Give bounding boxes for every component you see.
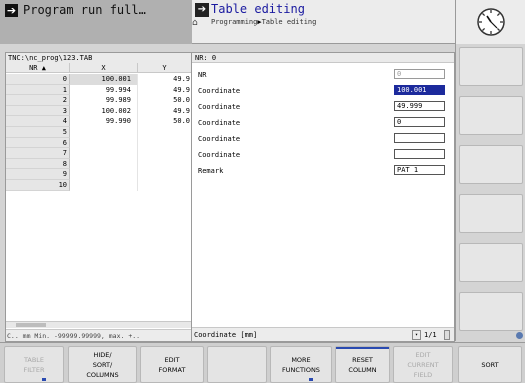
field-label-coordinate-y: Coordinate (198, 103, 241, 111)
page-down-icon[interactable]: ▾ (412, 330, 421, 340)
breadcrumb: Programming▶Table editing (211, 18, 316, 26)
form-status-line: Coordinate [mm] ▾ 1/1 (192, 327, 454, 341)
programming-mode-icon: ➔ (195, 3, 209, 17)
table-row[interactable]: 2 99.989 50.0 (6, 95, 191, 106)
softkey-edit-current-field[interactable]: EDIT CURRENT FIELD (393, 346, 453, 383)
page-title: Table editing (211, 2, 305, 16)
field-input-coordinate-5[interactable] (394, 149, 445, 159)
table-row[interactable]: 0 100.001 49.9 (6, 74, 191, 85)
submenu-marker-icon (42, 378, 46, 381)
field-label-remark: Remark (198, 167, 224, 175)
field-label-coordinate-z: Coordinate (198, 119, 241, 127)
field-input-remark[interactable]: PAT 1 (394, 165, 445, 175)
vertical-softkey-1[interactable] (459, 47, 523, 86)
softkey-edit-format[interactable]: EDIT FORMAT (140, 346, 204, 383)
softkey-bar: TABLE FILTER HIDE/ SORT/ COLUMNS EDIT FO… (0, 342, 525, 383)
table-row[interactable]: 4 99.990 50.0 (6, 116, 191, 127)
table-row[interactable]: 5 (6, 126, 191, 138)
table-row[interactable]: 3 100.002 49.9 (6, 105, 191, 117)
softkey-empty[interactable] (207, 346, 267, 383)
softkey-reset-column[interactable]: RESET COLUMN (335, 346, 390, 383)
operating-mode-program-run[interactable]: ➔ Program run full… (0, 0, 192, 44)
program-run-icon: ➔ (5, 4, 18, 17)
folder-icon: ⌂ (192, 18, 198, 28)
breadcrumb-table-editing: Table editing (261, 18, 317, 26)
softkey-more-functions[interactable]: MORE FUNCTIONS (270, 346, 332, 383)
help-icon[interactable] (516, 332, 523, 339)
field-label-nr: NR (198, 71, 207, 79)
softkey-sort[interactable]: SORT (458, 346, 522, 383)
table-row[interactable]: 1 99.994 49.9 (6, 84, 191, 96)
table-status-line: C.. mm Min. -99999.99999, max. +.. (6, 329, 191, 341)
field-input-coordinate-y[interactable]: 49.999 (394, 101, 445, 111)
scrollbar-thumb[interactable] (16, 323, 46, 327)
field-label-coordinate-5: Coordinate (198, 151, 241, 159)
sort-arrow-icon: ▲ (41, 64, 46, 72)
table-header: NR ▲ X Y (6, 63, 191, 73)
table-row[interactable]: 7 (6, 148, 191, 159)
field-info: Coordinate [mm] (194, 331, 258, 339)
softkey-table-filter[interactable]: TABLE FILTER (4, 346, 64, 383)
active-bar (336, 347, 389, 349)
table-body: 0 100.001 49.9 1 99.994 49.9 2 99.989 50.0 3 10… (6, 74, 191, 191)
vertical-softkey-2[interactable] (459, 96, 523, 135)
submenu-marker-icon (309, 378, 313, 381)
field-label-coordinate-4: Coordinate (198, 135, 241, 143)
vertical-softkey-5[interactable] (459, 243, 523, 282)
column-header-y[interactable]: Y (138, 63, 191, 73)
form-title: NR: 0 (192, 53, 454, 63)
column-header-x[interactable]: X (70, 63, 138, 73)
header-bar: ➔ Program run full… ➔ ⌂ Table editing Pr… (0, 0, 455, 44)
horizontal-scrollbar[interactable] (6, 321, 191, 328)
field-input-coordinate-z[interactable]: 0 (394, 117, 445, 127)
field-label-coordinate-x: Coordinate (198, 87, 241, 95)
breadcrumb-programming[interactable]: Programming (211, 18, 257, 26)
column-header-nr[interactable]: NR ▲ (6, 63, 70, 73)
operating-mode-programming: ➔ ⌂ Table editing Programming▶Table edit… (192, 0, 455, 44)
page-indicator: 1/1 (424, 331, 437, 339)
clock-icon (477, 8, 505, 36)
field-input-nr: 0 (394, 69, 445, 79)
table-row[interactable]: 10 (6, 179, 191, 191)
table-row[interactable]: 9 (6, 169, 191, 180)
vertical-softkey-3[interactable] (459, 145, 523, 184)
page-next-button[interactable] (444, 330, 450, 340)
vertical-softkey-4[interactable] (459, 194, 523, 233)
field-input-coordinate-x[interactable]: 100.001 (394, 85, 445, 95)
table-view: TNC:\nc_prog\123.TAB NR ▲ X Y 0 100.001 49… (5, 52, 192, 342)
table-file-path: TNC:\nc_prog\123.TAB (6, 53, 191, 63)
table-row[interactable]: 8 (6, 158, 191, 170)
operating-mode-label: Program run full… (23, 3, 146, 17)
form-view: NR: 0 NR 0 Coordinate 100.001 Coordinate… (192, 52, 455, 342)
vertical-softkey-6[interactable] (459, 292, 523, 331)
clock-area (455, 0, 525, 44)
table-row[interactable]: 6 (6, 137, 191, 149)
softkey-hide-sort-columns[interactable]: HIDE/ SORT/ COLUMNS (68, 346, 137, 383)
vertical-softkey-bar (455, 44, 525, 341)
field-input-coordinate-4[interactable] (394, 133, 445, 143)
